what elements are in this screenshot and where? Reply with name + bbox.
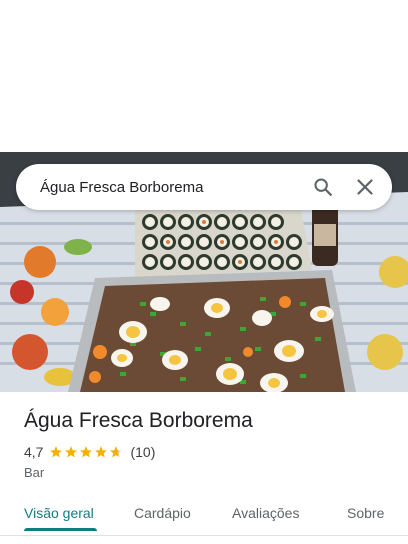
tab-overview[interactable]: Visão geral (24, 505, 94, 521)
search-bar[interactable]: Água Fresca Borborema (16, 164, 392, 210)
rating-row[interactable]: 4,7 (10) (24, 444, 155, 460)
active-tab-indicator (24, 528, 97, 531)
search-icon[interactable] (302, 166, 344, 208)
star-icon (65, 446, 78, 458)
close-icon[interactable] (344, 166, 386, 208)
tab-bar: Visão geral Cardápio Avaliações Sobre (0, 496, 408, 536)
search-input[interactable]: Água Fresca Borborema (40, 179, 302, 196)
rating-value: 4,7 (24, 444, 44, 460)
star-icon (80, 446, 93, 458)
review-count[interactable]: (10) (130, 444, 155, 460)
tab-about[interactable]: Sobre (347, 505, 384, 521)
tab-menu[interactable]: Cardápio (134, 505, 191, 521)
star-rating (49, 445, 124, 459)
place-name: Água Fresca Borborema (24, 409, 253, 432)
place-category: Bar (24, 465, 45, 480)
tab-reviews[interactable]: Avaliações (232, 505, 299, 521)
star-icon (95, 446, 108, 458)
star-half-icon (110, 446, 123, 458)
star-icon (50, 446, 63, 458)
divider (0, 535, 408, 536)
